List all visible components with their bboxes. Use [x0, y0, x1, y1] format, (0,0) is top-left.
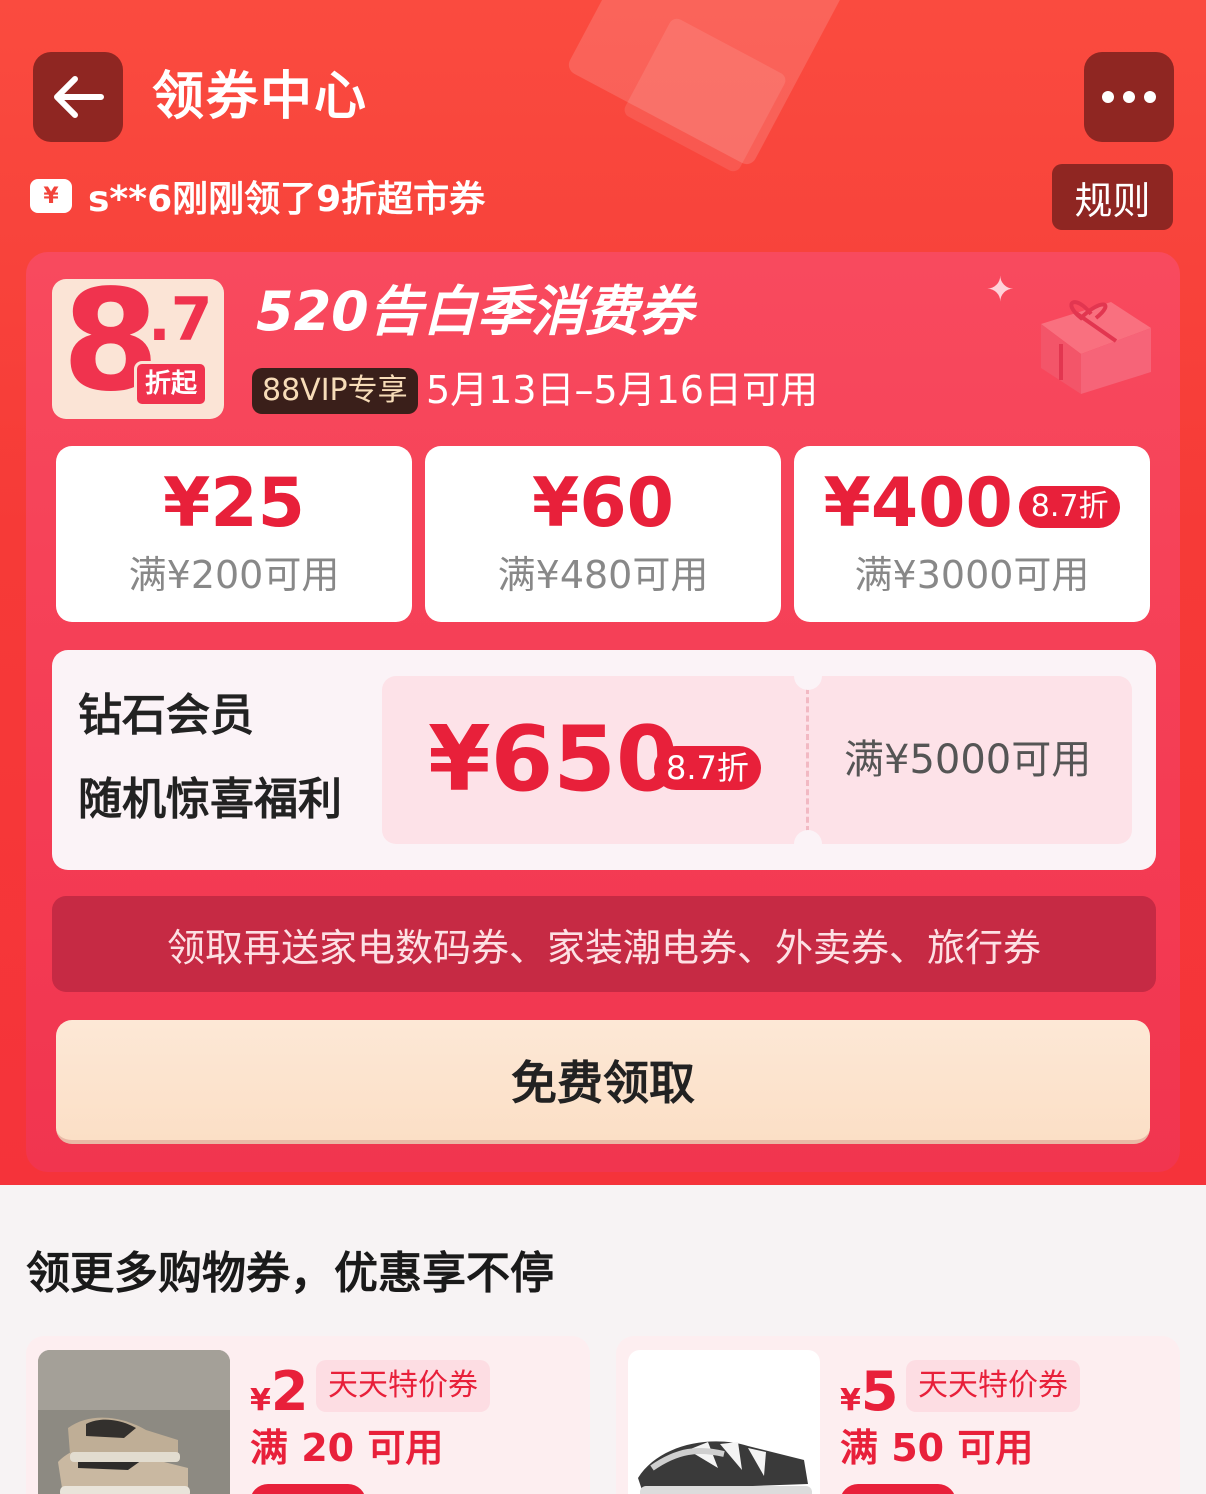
- product-image: [38, 1350, 230, 1494]
- tier-condition: 满¥200可用: [128, 553, 340, 597]
- badge-suffix: 折起: [134, 361, 209, 407]
- product-image: [628, 1350, 820, 1494]
- diamond-ticket: ¥650 8.7折 满¥5000可用: [382, 662, 1132, 858]
- coupon-tier-3[interactable]: ¥400 8.7折 满¥3000可用: [794, 446, 1150, 622]
- ticket-amount: ¥650: [428, 707, 679, 812]
- page-title: 领券中心: [152, 67, 369, 127]
- diamond-sublabel: 随机惊喜福利: [78, 774, 342, 825]
- ticket-notch: [794, 830, 822, 858]
- coupon-condition: 满 20 可用: [250, 1426, 444, 1470]
- coupon-tag: 天天特价券: [316, 1360, 490, 1412]
- claim-free-button[interactable]: 免费领取: [56, 1020, 1150, 1144]
- diamond-member-coupon[interactable]: 钻石会员 随机惊喜福利 ¥650 8.7折 满¥5000可用: [52, 650, 1156, 870]
- campaign-card: 8 .7 折起 520告白季消费券 88VIP专享 5月13日–5月16日可用 …: [26, 252, 1180, 1172]
- ticket-divider: [806, 688, 809, 832]
- tier-amount: ¥60: [532, 464, 674, 543]
- more-dots-icon: [1102, 91, 1156, 103]
- bonus-info: 领取再送家电数码券、家装潮电券、外卖券、旅行券: [52, 896, 1156, 992]
- coupon-condition: 满 50 可用: [840, 1426, 1034, 1470]
- gift-box-icon: [1041, 300, 1151, 394]
- hero-banner: 领券中心 ¥ s**6刚刚领了9折超市券 规则 8 .7 折起 520告白季消费…: [0, 0, 1206, 1185]
- coupon-tag: 天天特价券: [906, 1360, 1080, 1412]
- section-title: 领更多购物券，优惠享不停: [26, 1248, 554, 1299]
- tier-amount: ¥400 8.7折: [794, 464, 1150, 544]
- arrow-left-icon: [54, 76, 104, 118]
- vip-tag: 88VIP专享: [252, 368, 418, 414]
- diamond-label: 钻石会员: [78, 690, 254, 741]
- claim-ticker: ¥ s**6刚刚领了9折超市券: [30, 170, 485, 222]
- tier-amount: ¥25: [163, 464, 305, 543]
- campaign-title: 520告白季消费券: [256, 280, 693, 343]
- sparkle-icon: ✦: [986, 270, 1015, 310]
- back-button[interactable]: [33, 52, 123, 142]
- valid-dates: 5月13日–5月16日可用: [426, 368, 819, 412]
- badge-decimal: .7: [148, 285, 213, 355]
- coupon-claim-button[interactable]: [840, 1484, 956, 1494]
- ticket-condition: 满¥5000可用: [844, 737, 1092, 783]
- sneaker-image: [38, 1350, 230, 1494]
- coupon-icon: ¥: [30, 179, 72, 213]
- coupon-claim-button[interactable]: [250, 1484, 366, 1494]
- ticker-text: s**6刚刚领了9折超市券: [88, 179, 486, 220]
- tier-condition: 满¥3000可用: [854, 553, 1090, 597]
- discount-badge: 8.7折: [1018, 486, 1121, 529]
- rules-button[interactable]: 规则: [1052, 164, 1173, 230]
- ticket-notch: [794, 662, 822, 690]
- coupon-card[interactable]: ¥2 天天特价券 满 20 可用: [26, 1336, 590, 1494]
- discount-badge: 8 .7 折起: [52, 279, 224, 419]
- tier-condition: 满¥480可用: [497, 553, 709, 597]
- coupon-tier-2[interactable]: ¥60 满¥480可用: [425, 446, 781, 622]
- coupon-card[interactable]: ¥5 天天特价券 满 50 可用: [616, 1336, 1180, 1494]
- coupon-tier-1[interactable]: ¥25 满¥200可用: [56, 446, 412, 622]
- sneaker-image: [628, 1350, 820, 1494]
- more-options-button[interactable]: [1084, 52, 1174, 142]
- ticket-discount: 8.7折: [654, 746, 761, 790]
